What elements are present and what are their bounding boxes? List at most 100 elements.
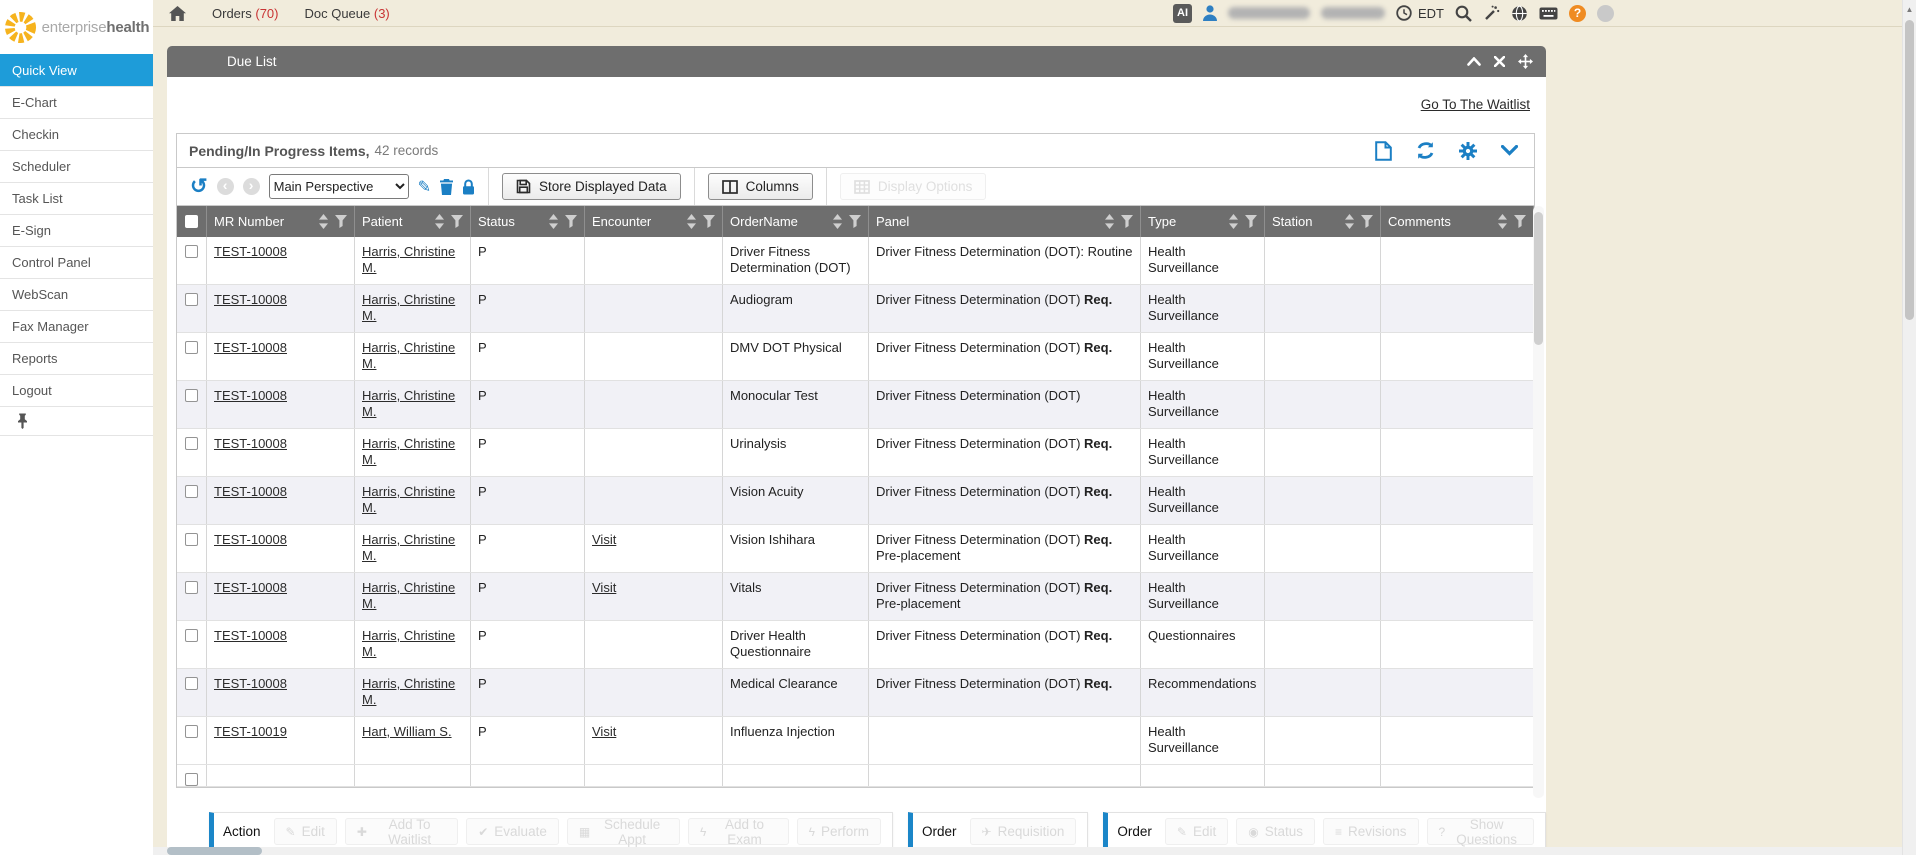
table-scrollbar-thumb[interactable]: [1534, 212, 1543, 345]
row-checkbox[interactable]: [185, 341, 198, 354]
row-checkbox[interactable]: [185, 437, 198, 450]
mr-number-link[interactable]: TEST-10008: [214, 628, 287, 643]
store-displayed-data-button[interactable]: Store Displayed Data: [502, 173, 681, 200]
row-checkbox[interactable]: [185, 677, 198, 690]
sidebar-item-reports[interactable]: Reports: [0, 342, 153, 374]
patient-link[interactable]: Hart, William S.: [362, 724, 452, 739]
row-checkbox[interactable]: [185, 773, 198, 786]
edit-perspective-icon[interactable]: ✎: [418, 177, 431, 197]
page-scrollbar-thumb[interactable]: [1905, 20, 1914, 320]
encounter-visit-link[interactable]: Visit: [592, 580, 616, 595]
patient-link[interactable]: Harris, Christine M.: [362, 340, 455, 371]
mr-number-link[interactable]: TEST-10008: [214, 676, 287, 691]
column-header-status[interactable]: Status: [471, 206, 585, 237]
row-checkbox[interactable]: [185, 293, 198, 306]
page-vertical-scrollbar[interactable]: ▲: [1902, 0, 1916, 855]
column-header-station[interactable]: Station: [1265, 206, 1381, 237]
collapse-icon[interactable]: [1467, 57, 1481, 66]
go-to-waitlist-link[interactable]: Go To The Waitlist: [1421, 97, 1530, 112]
sort-icon[interactable]: [687, 214, 696, 229]
refresh-icon[interactable]: [1416, 142, 1435, 159]
nav-orders[interactable]: Orders (70): [212, 6, 278, 21]
sidebar-item-e-sign[interactable]: E-Sign: [0, 214, 153, 246]
mr-number-link[interactable]: TEST-10008: [214, 244, 287, 259]
sort-icon[interactable]: [435, 214, 444, 229]
user-icon[interactable]: [1203, 5, 1217, 21]
settings-gear-icon[interactable]: [1459, 142, 1477, 160]
patient-link[interactable]: Harris, Christine M.: [362, 484, 455, 515]
column-header-type[interactable]: Type: [1141, 206, 1265, 237]
sidebar-item-scheduler[interactable]: Scheduler: [0, 150, 153, 182]
lock-perspective-icon[interactable]: [462, 179, 475, 195]
column-header-mr-number[interactable]: MR Number: [207, 206, 355, 237]
sort-icon[interactable]: [549, 214, 558, 229]
sort-icon[interactable]: [1498, 214, 1507, 229]
sidebar-item-checkin[interactable]: Checkin: [0, 118, 153, 150]
table-vertical-scrollbar[interactable]: [1533, 206, 1544, 798]
search-icon[interactable]: [1455, 5, 1472, 22]
help-icon[interactable]: ?: [1569, 5, 1586, 22]
filter-icon[interactable]: [1361, 215, 1373, 228]
row-checkbox[interactable]: [185, 725, 198, 738]
sort-icon[interactable]: [1229, 214, 1238, 229]
row-checkbox[interactable]: [185, 533, 198, 546]
sidebar-item-fax-manager[interactable]: Fax Manager: [0, 310, 153, 342]
mr-number-link[interactable]: TEST-10008: [214, 292, 287, 307]
sort-icon[interactable]: [833, 214, 842, 229]
ai-badge[interactable]: AI: [1173, 4, 1192, 23]
sort-icon[interactable]: [1345, 214, 1354, 229]
column-header-patient[interactable]: Patient: [355, 206, 471, 237]
mr-number-link[interactable]: TEST-10008: [214, 340, 287, 355]
row-checkbox[interactable]: [185, 581, 198, 594]
scroll-up-arrow[interactable]: ▲: [1903, 0, 1916, 14]
move-icon[interactable]: [1518, 54, 1533, 69]
patient-link[interactable]: Harris, Christine M.: [362, 532, 455, 563]
sidebar-pin-button[interactable]: [0, 406, 153, 436]
avatar[interactable]: [1597, 5, 1614, 22]
mr-number-link[interactable]: TEST-10008: [214, 484, 287, 499]
magic-wand-icon[interactable]: [1483, 5, 1500, 22]
encounter-visit-link[interactable]: Visit: [592, 724, 616, 739]
mr-number-link[interactable]: TEST-10008: [214, 436, 287, 451]
mr-number-link[interactable]: TEST-10008: [214, 580, 287, 595]
row-checkbox[interactable]: [185, 389, 198, 402]
undo-icon[interactable]: ↺: [190, 177, 208, 197]
new-document-icon[interactable]: [1375, 141, 1392, 161]
keyboard-icon[interactable]: [1539, 7, 1558, 20]
mr-number-link[interactable]: TEST-10008: [214, 388, 287, 403]
sidebar-item-e-chart[interactable]: E-Chart: [0, 86, 153, 118]
patient-link[interactable]: Harris, Christine M.: [362, 292, 455, 323]
chevron-down-icon[interactable]: [1501, 145, 1518, 156]
home-icon[interactable]: [169, 6, 186, 21]
filter-icon[interactable]: [1121, 215, 1133, 228]
delete-perspective-icon[interactable]: [440, 179, 453, 195]
patient-link[interactable]: Harris, Christine M.: [362, 244, 455, 275]
filter-icon[interactable]: [1245, 215, 1257, 228]
nav-doc-queue[interactable]: Doc Queue (3): [304, 6, 389, 21]
column-header-panel[interactable]: Panel: [869, 206, 1141, 237]
prev-perspective-button[interactable]: ‹: [217, 178, 234, 195]
sidebar-item-quick-view[interactable]: Quick View: [0, 54, 153, 86]
column-header-comments[interactable]: Comments: [1381, 206, 1534, 237]
perspective-select[interactable]: Main Perspective: [269, 174, 409, 199]
sort-icon[interactable]: [319, 214, 328, 229]
row-checkbox[interactable]: [185, 245, 198, 258]
encounter-visit-link[interactable]: Visit: [592, 532, 616, 547]
sort-icon[interactable]: [1105, 214, 1114, 229]
patient-link[interactable]: Harris, Christine M.: [362, 580, 455, 611]
column-header-ordername[interactable]: OrderName: [723, 206, 869, 237]
filter-icon[interactable]: [335, 215, 347, 228]
patient-link[interactable]: Harris, Christine M.: [362, 628, 455, 659]
sidebar-item-control-panel[interactable]: Control Panel: [0, 246, 153, 278]
filter-icon[interactable]: [849, 215, 861, 228]
columns-button[interactable]: Columns: [708, 173, 813, 200]
patient-link[interactable]: Harris, Christine M.: [362, 676, 455, 707]
sidebar-item-logout[interactable]: Logout: [0, 374, 153, 406]
horizontal-scrollbar[interactable]: [153, 847, 1902, 855]
globe-icon[interactable]: [1511, 5, 1528, 22]
mr-number-link[interactable]: TEST-10008: [214, 532, 287, 547]
next-perspective-button[interactable]: ›: [243, 178, 260, 195]
patient-link[interactable]: Harris, Christine M.: [362, 436, 455, 467]
sidebar-item-task-list[interactable]: Task List: [0, 182, 153, 214]
row-checkbox[interactable]: [185, 485, 198, 498]
